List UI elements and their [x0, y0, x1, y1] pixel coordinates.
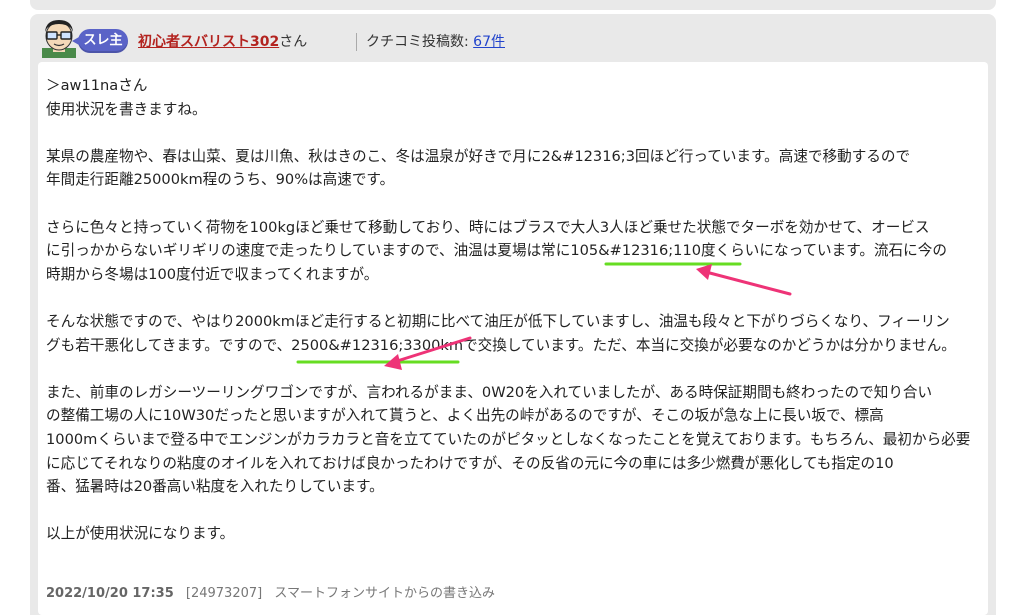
- header-divider: [356, 33, 357, 51]
- text-line: 1000mくらいまで登る中でエンジンがカラカラと音を立てていたのがピタッとしなく…: [46, 430, 971, 448]
- post-source: スマートフォンサイトからの書き込み: [274, 586, 495, 601]
- username-line: 初心者スバリスト302さん: [138, 31, 307, 51]
- text-line: そんな状態ですので、やはり2000kmほど走行すると初期に比べて油圧が低下してい…: [46, 312, 950, 330]
- text-line: 以上が使用状況になります。: [46, 525, 235, 543]
- text-line: グも若干悪化してきます。ですので、2500&#12316;3300kmで交換して…: [46, 336, 956, 354]
- kuchikomi-count-link[interactable]: 67件: [473, 34, 505, 50]
- paragraph-3: さらに色々と持っていく荷物を100kgほど乗せて移動しており、時にはブラスで大人…: [46, 216, 981, 287]
- san-suffix: さん: [279, 34, 308, 50]
- post-id: [24973207]: [185, 586, 263, 601]
- text-line: さらに色々と持っていく荷物を100kgほど乗せて移動しており、時にはブラスで大人…: [46, 218, 930, 236]
- text-line: 使用状況を書きますね。: [46, 100, 207, 118]
- paragraph-6: 以上が使用状況になります。: [46, 522, 981, 546]
- text-line: 時期から冬場は100度付近で収まってくれますが。: [46, 265, 379, 283]
- post-footer: 2022/10/20 17:35 [24973207] スマートフォンサイトから…: [46, 582, 503, 601]
- post-datetime: 2022/10/20 17:35: [46, 586, 174, 601]
- text-line: に応じてそれなりの粘度のオイルを入れておけば良かったわけですが、その反省の元に今…: [46, 454, 894, 472]
- paragraph-4: そんな状態ですので、やはり2000kmほど走行すると初期に比べて油圧が低下してい…: [46, 310, 981, 357]
- post-body: ＞aw11naさん 使用状況を書きますね。 某県の農産物や、春は山菜、夏は川魚、…: [38, 62, 988, 615]
- text-line: また、前車のレガシーツーリングワゴンですが、言われるがまま、0W20を入れていま…: [46, 383, 933, 401]
- post-content: ＞aw11naさん 使用状況を書きますね。 某県の農産物や、春は山菜、夏は川魚、…: [46, 74, 981, 569]
- post-header: スレ主 初心者スバリスト302さん クチコミ投稿数: 67件: [30, 14, 996, 62]
- text-line: 年間走行距離25000km程のうち、90%は高速です。: [46, 171, 395, 189]
- text-line: ＞aw11naさん: [46, 77, 148, 94]
- text-line: 某県の農産物や、春は山菜、夏は川魚、秋はきのこ、冬は温泉が好きで月に2&#123…: [46, 147, 911, 165]
- text-line: 番、猛暑時は20番高い粘度を入れたりしています。: [46, 478, 384, 496]
- paragraph-2: 某県の農産物や、春は山菜、夏は川魚、秋はきのこ、冬は温泉が好きで月に2&#123…: [46, 145, 981, 192]
- text-line: の整備工場の人に10W30だったと思いますが入れて貰うと、よく出先の峠があるので…: [46, 407, 884, 425]
- paragraph-1: ＞aw11naさん 使用状況を書きますね。: [46, 74, 981, 121]
- previous-post-bottom: [30, 0, 996, 10]
- kuchikomi-count: クチコミ投稿数: 67件: [366, 31, 505, 51]
- review-post: スレ主 初心者スバリスト302さん クチコミ投稿数: 67件 ＞aw11naさん…: [30, 14, 996, 615]
- text-line: に引っかからないギリギリの速度で走ったりしていますので、油温は夏場は常に105&…: [46, 242, 947, 260]
- username-link[interactable]: 初心者スバリスト302: [138, 34, 279, 50]
- kuchikomi-label: クチコミ投稿数:: [366, 34, 469, 50]
- paragraph-5: また、前車のレガシーツーリングワゴンですが、言われるがまま、0W20を入れていま…: [46, 381, 981, 499]
- thread-owner-badge: スレ主: [72, 29, 128, 53]
